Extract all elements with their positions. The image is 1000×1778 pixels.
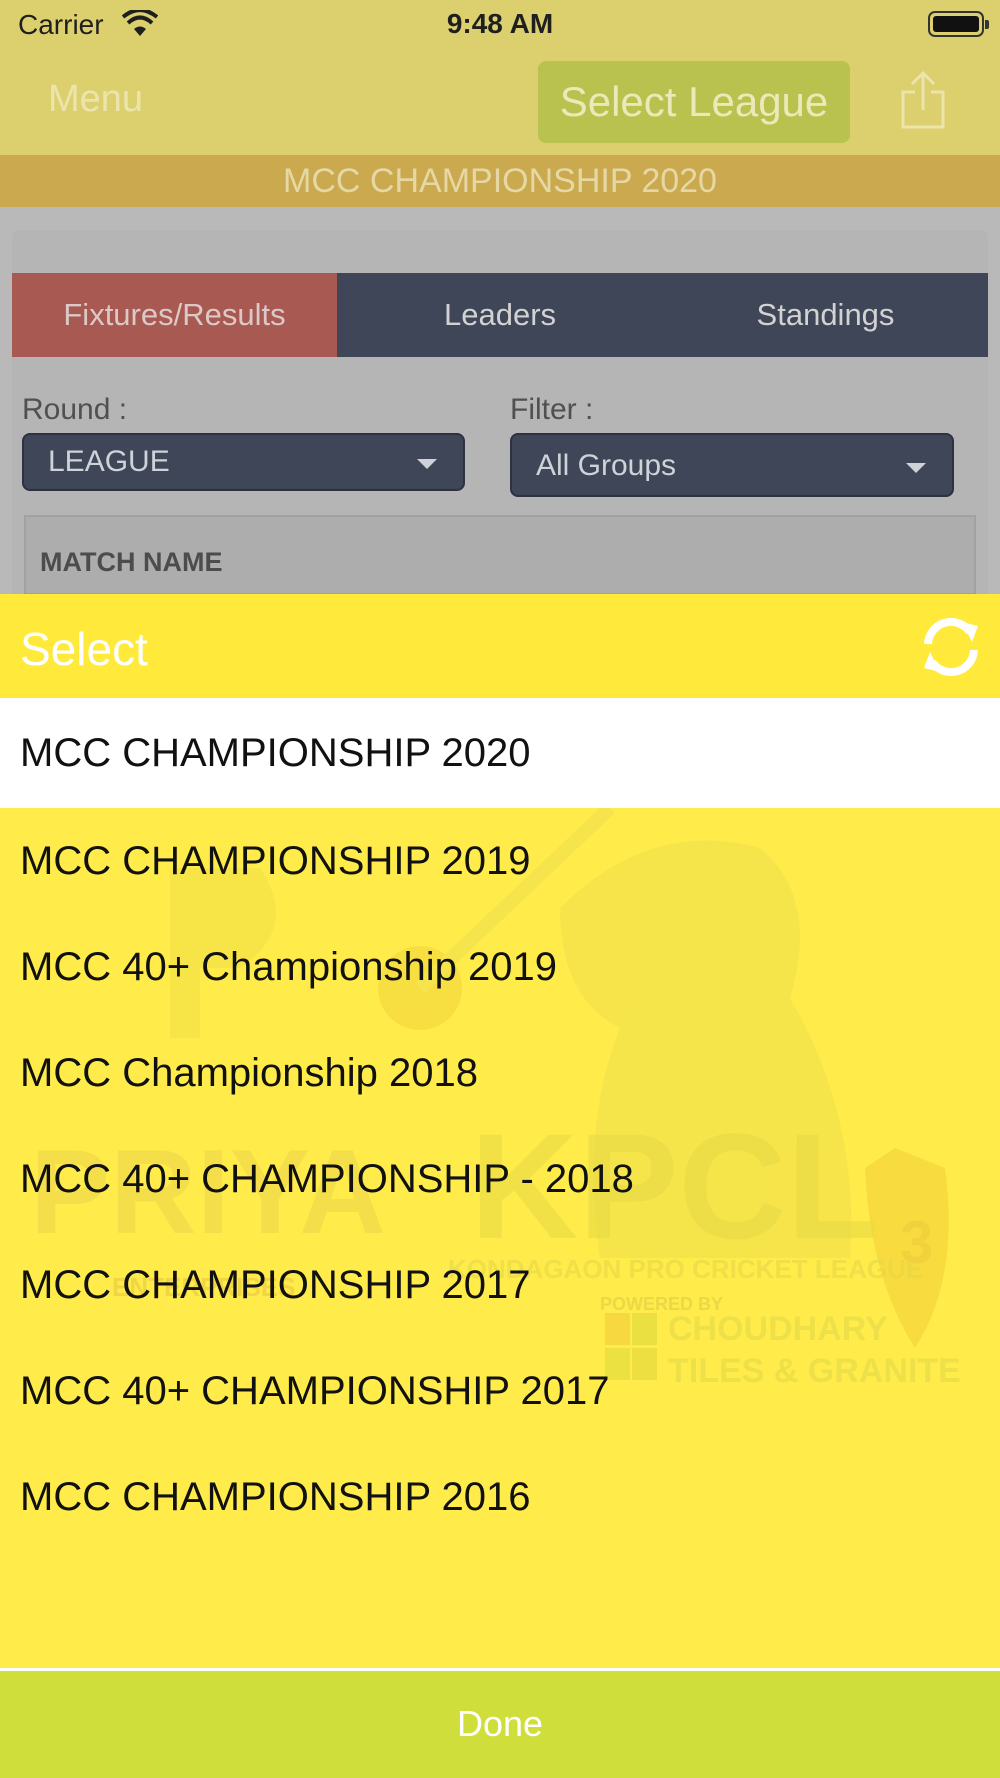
status-bar: Carrier 9:48 AM — [0, 0, 1000, 50]
filter-dropdown[interactable]: All Groups — [510, 433, 954, 497]
tab-bar: Fixtures/Results Leaders Standings — [12, 273, 988, 357]
chevron-down-icon — [417, 459, 437, 469]
league-option[interactable]: MCC 40+ CHAMPIONSHIP - 2018 — [0, 1126, 1000, 1232]
league-option[interactable]: MCC CHAMPIONSHIP 2020 — [0, 698, 1000, 808]
round-value: LEAGUE — [48, 445, 170, 478]
navigation-bar: Carrier 9:48 AM Menu Select League — [0, 0, 1000, 155]
menu-button[interactable]: Menu — [48, 78, 143, 121]
done-button[interactable]: Done — [0, 1668, 1000, 1778]
status-time: 9:48 AM — [446, 8, 554, 39]
picker-header: Select — [0, 594, 1000, 698]
league-options-list: MCC CHAMPIONSHIP 2020 MCC CHAMPIONSHIP 2… — [0, 698, 1000, 1550]
battery-icon — [928, 11, 989, 37]
league-option[interactable]: MCC 40+ CHAMPIONSHIP 2017 — [0, 1338, 1000, 1444]
tab-leaders[interactable]: Leaders — [337, 273, 663, 357]
share-icon[interactable] — [898, 70, 948, 130]
league-title-banner: MCC CHAMPIONSHIP 2020 — [0, 155, 1000, 207]
tab-fixtures-results[interactable]: Fixtures/Results — [12, 273, 337, 357]
league-option[interactable]: MCC CHAMPIONSHIP 2019 — [0, 808, 1000, 914]
select-league-button[interactable]: Select League — [538, 61, 850, 143]
league-option[interactable]: MCC 40+ Championship 2019 — [0, 914, 1000, 1020]
round-dropdown[interactable]: LEAGUE — [22, 433, 465, 491]
chevron-down-icon — [906, 463, 926, 473]
picker-title: Select — [20, 623, 148, 675]
match-name-header: MATCH NAME — [24, 515, 976, 595]
round-label: Round : — [22, 393, 128, 426]
league-option[interactable]: MCC CHAMPIONSHIP 2017 — [0, 1232, 1000, 1338]
league-option[interactable]: MCC CHAMPIONSHIP 2016 — [0, 1444, 1000, 1550]
tab-standings[interactable]: Standings — [663, 273, 988, 357]
refresh-icon[interactable] — [920, 616, 982, 678]
league-picker-sheet: Select PRIYA ENTERPRISES KPCL KONDAGAON … — [0, 594, 1000, 1778]
league-option[interactable]: MCC Championship 2018 — [0, 1020, 1000, 1126]
filter-value: All Groups — [536, 449, 677, 482]
filter-label: Filter : — [510, 393, 594, 426]
